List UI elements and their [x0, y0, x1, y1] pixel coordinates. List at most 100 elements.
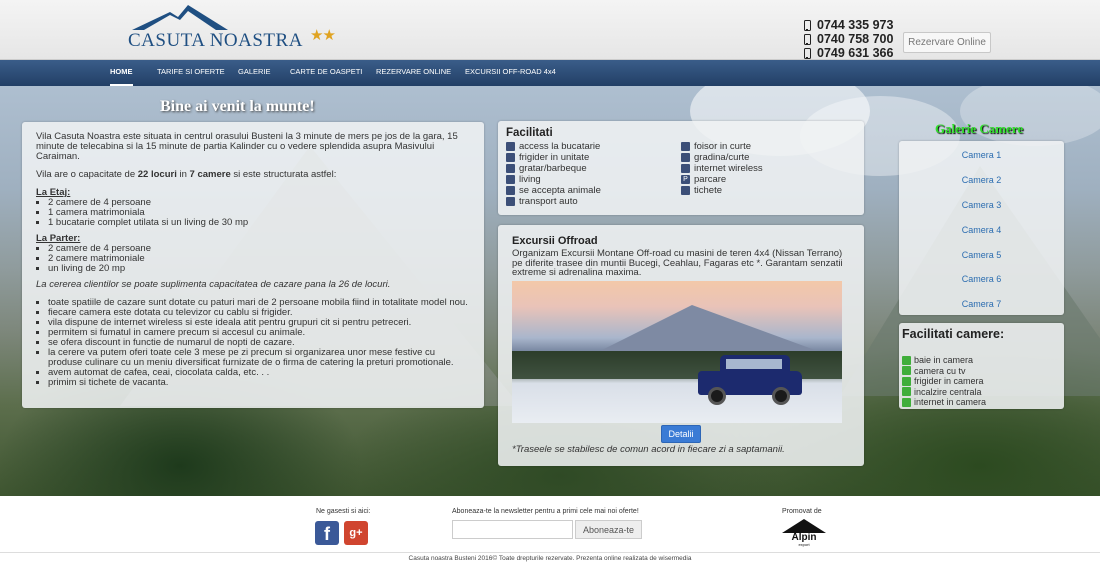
facilitati-title: Facilitati [506, 127, 553, 139]
gallery-link-camera-6[interactable]: Camera 6 [899, 267, 1064, 292]
fridge-icon [902, 376, 911, 386]
facebook-icon[interactable]: f [315, 521, 339, 545]
room-facility-label: frigider in camera [914, 376, 984, 387]
facility-item: Pparcare [681, 174, 856, 185]
facility-item: transport auto [506, 196, 681, 207]
facility-label: internet wireless [694, 163, 763, 174]
facility-item: gradina/curte [681, 152, 856, 163]
phone-list: 0744 335 973 0740 758 700 0749 631 366 [804, 18, 893, 60]
phone-number[interactable]: 0744 335 973 [804, 18, 893, 32]
alpin-export-logo[interactable]: Alpin export [778, 519, 830, 547]
features-list: toate spatiile de cazare sunt dotate cu … [48, 298, 470, 388]
facility-item: access la bucatarie [506, 141, 681, 152]
suv-image [698, 355, 802, 405]
intro-panel: Vila Casuta Noastra este situata in cent… [22, 122, 484, 408]
capacity-text: si este structurata astfel: [230, 169, 337, 180]
gazebo-icon [681, 142, 690, 151]
rezervare-online-button[interactable]: Rezervare Online [903, 32, 991, 53]
gallery-link-camera-1[interactable]: Camera 1 [899, 143, 1064, 168]
ticket-icon [681, 186, 690, 195]
facility-item: frigider in unitate [506, 152, 681, 163]
barbeque-icon [506, 164, 515, 173]
gallery-link-camera-3[interactable]: Camera 3 [899, 193, 1064, 218]
list-item: la cerere va putem oferi toate cele 3 me… [48, 348, 470, 368]
phone-text: 0749 631 366 [817, 46, 894, 60]
welcome-title: Bine ai venit la munte! [160, 98, 315, 115]
list-item: primim si tichete de vacanta. [48, 378, 470, 388]
facility-label: tichete [694, 185, 722, 196]
heating-icon [902, 387, 911, 397]
facility-label: frigider in unitate [519, 152, 590, 163]
room-facility-label: incalzire centrala [914, 386, 982, 397]
nav-item-tarife[interactable]: TARIFE SI OFERTE [157, 60, 225, 86]
galerie-panel: Camera 1 Camera 2 Camera 3 Camera 4 Came… [899, 141, 1064, 315]
mountain-icon [782, 519, 826, 533]
rating-stars-icon: ★★ [310, 27, 336, 44]
facility-label: se accepta animale [519, 185, 601, 196]
parking-icon: P [681, 175, 690, 184]
facilitati-column: foisor in curte gradina/curte internet w… [681, 141, 856, 207]
facility-label: access la bucatarie [519, 141, 601, 152]
room-facility-item: frigider in camera [902, 376, 1061, 387]
site-header: CASUTA NOASTRA ★★ 0744 335 973 0740 758 … [0, 0, 1100, 60]
offroad-photo [512, 281, 842, 423]
detalii-button[interactable]: Detalii [661, 425, 701, 443]
offroad-panel: Excursii Offroad Organizam Excursii Mont… [498, 225, 864, 466]
offroad-text: Organizam Excursii Montane Off-road cu m… [512, 248, 843, 278]
copyright-text: Casuta noastra Busteni 2016© Toate drept… [0, 552, 1100, 566]
room-facility-item: camera cu tv [902, 366, 1061, 377]
facility-item: se accepta animale [506, 185, 681, 196]
offroad-caption: *Traseele se stabilesc de comun acord in… [512, 444, 785, 455]
main-nav: HOME TARIFE SI OFERTE GALERIE CARTE DE O… [0, 60, 1100, 86]
capacity-text: Vila are o capacitate de [36, 169, 138, 180]
living-icon [506, 175, 515, 184]
phone-number[interactable]: 0740 758 700 [804, 32, 893, 46]
gallery-link-camera-2[interactable]: Camera 2 [899, 168, 1064, 193]
facility-label: transport auto [519, 196, 578, 207]
nav-item-offroad[interactable]: EXCURSII OFF-ROAD 4x4 [465, 60, 556, 86]
wifi-icon [902, 397, 911, 407]
etaj-list: 2 camere de 4 persoane 1 camera matrimon… [48, 198, 470, 228]
room-facility-item: incalzire centrala [902, 387, 1061, 398]
offroad-title: Excursii Offroad [512, 235, 598, 247]
google-plus-icon[interactable]: g+ [344, 521, 368, 545]
newsletter-subscribe-button[interactable]: Aboneaza-te [575, 520, 642, 539]
phone-icon [804, 33, 811, 45]
intro-paragraph: Vila Casuta Noastra este situata in cent… [36, 131, 458, 162]
nav-item-galerie[interactable]: GALERIE [238, 60, 271, 86]
facilitati-panel: Facilitati access la bucatarie frigider … [498, 121, 864, 215]
kitchen-icon [506, 142, 515, 151]
site-logo[interactable]: CASUTA NOASTRA ★★ [128, 4, 338, 54]
facility-item: internet wireless [681, 163, 856, 174]
car-icon [506, 197, 515, 206]
newsletter-email-input[interactable] [452, 520, 573, 539]
nav-item-carte-oaspeti[interactable]: CARTE DE OASPETI [290, 60, 362, 86]
capacity-paragraph: Vila are o capacitate de 22 locuri in 7 … [36, 170, 470, 180]
room-facility-item: internet in camera [902, 397, 1061, 408]
tv-icon [902, 366, 911, 376]
capacity-locuri: 22 locuri [137, 169, 177, 180]
facility-item: living [506, 174, 681, 185]
phone-text: 0744 335 973 [817, 18, 894, 32]
facility-label: living [519, 174, 541, 185]
pet-icon [506, 186, 515, 195]
facility-item: tichete [681, 185, 856, 196]
gallery-link-camera-5[interactable]: Camera 5 [899, 243, 1064, 268]
phone-number[interactable]: 0749 631 366 [804, 46, 893, 60]
facilitati-camere-title: Facilitati camere: [902, 327, 1005, 341]
bath-icon [902, 355, 911, 365]
facility-item: foisor in curte [681, 141, 856, 152]
promo-label: Promovat de [782, 508, 822, 515]
gallery-link-camera-4[interactable]: Camera 4 [899, 218, 1064, 243]
mountain-logo-icon [132, 5, 228, 30]
room-facility-item: baie in camera [902, 355, 1061, 366]
gallery-link-camera-7[interactable]: Camera 7 [899, 292, 1064, 317]
capacity-text: in [176, 169, 190, 180]
phone-icon [804, 47, 811, 59]
phone-icon [804, 19, 811, 31]
parter-list: 2 camere de 4 persoane 2 camere matrimon… [48, 244, 470, 274]
room-facility-label: camera cu tv [914, 365, 966, 376]
logo-text: CASUTA NOASTRA [128, 30, 303, 51]
nav-item-rezervare[interactable]: REZERVARE ONLINE [376, 60, 451, 86]
nav-item-home[interactable]: HOME [110, 60, 133, 86]
